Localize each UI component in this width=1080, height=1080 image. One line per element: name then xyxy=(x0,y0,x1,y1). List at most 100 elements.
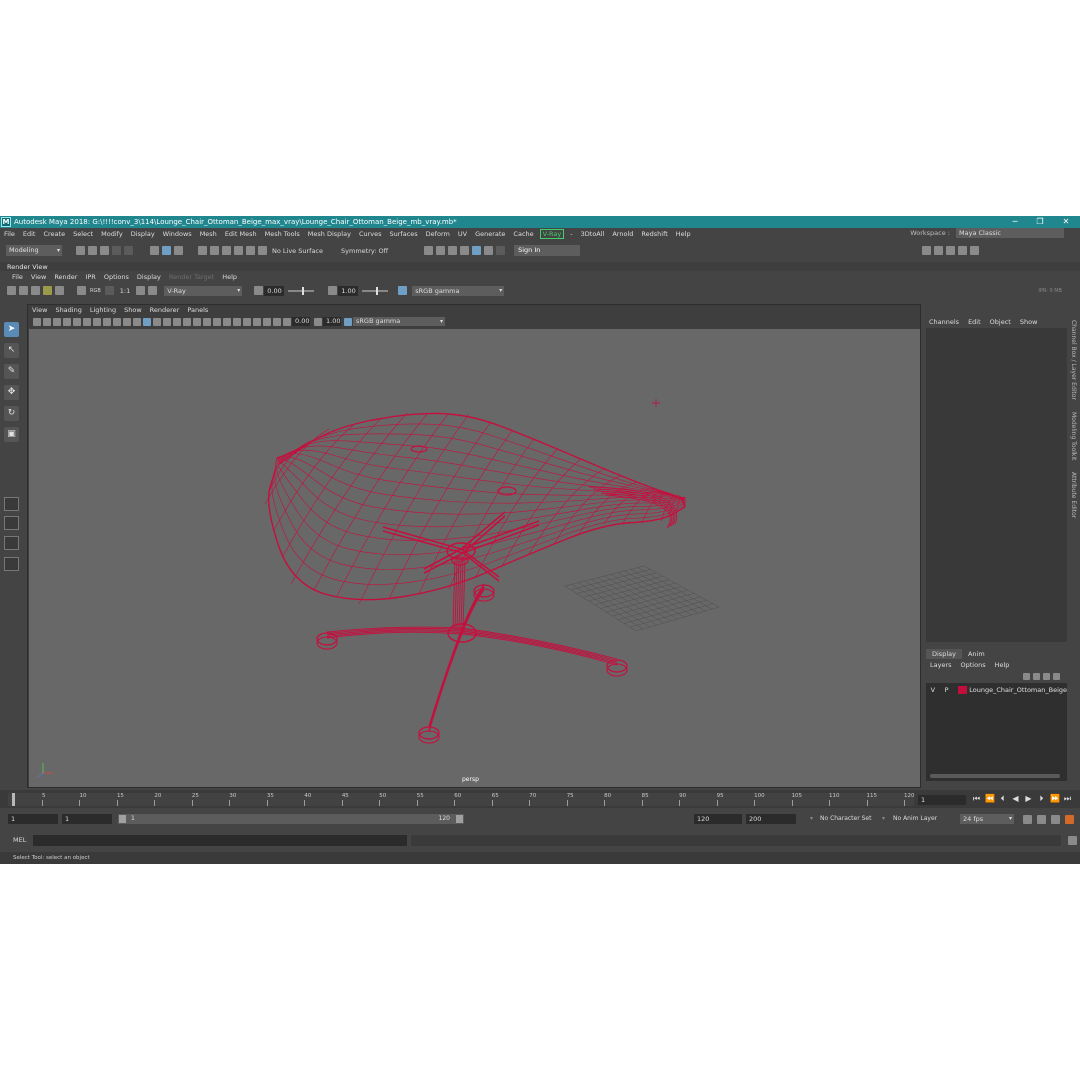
select-object-icon[interactable] xyxy=(161,246,171,255)
rv-menu-file[interactable]: File xyxy=(8,273,27,281)
ratio-label[interactable]: 1:1 xyxy=(120,287,130,295)
tab-anim[interactable]: Anim xyxy=(962,649,991,659)
vp-colorspace-dropdown[interactable]: sRGB gamma xyxy=(353,317,445,326)
sign-in-button[interactable]: Sign In xyxy=(514,245,581,256)
range-bar[interactable]: 1 120 xyxy=(118,814,464,824)
vp-menu-show[interactable]: Show xyxy=(120,306,146,314)
playback-toggle[interactable]: P xyxy=(940,686,954,694)
exposure-icon[interactable] xyxy=(253,286,263,295)
menu-vray[interactable]: V-Ray xyxy=(539,228,565,239)
outliner-icon[interactable] xyxy=(4,557,19,571)
ambient-occlusion-icon[interactable] xyxy=(203,317,211,326)
loop-icon[interactable] xyxy=(1022,815,1032,824)
script-editor-icon[interactable] xyxy=(1067,836,1077,845)
symmetry-field[interactable]: Symmetry: Off xyxy=(341,247,388,255)
anti-aliasing-icon[interactable] xyxy=(223,317,231,326)
range-handle-right[interactable] xyxy=(456,815,463,823)
3d-viewport[interactable]: persp xyxy=(29,329,920,787)
gamma-field[interactable]: 1.00 xyxy=(338,285,359,296)
layer-scrollbar[interactable] xyxy=(930,774,1060,778)
textured-icon[interactable] xyxy=(173,317,181,326)
anim-layer-icon[interactable]: ▾ xyxy=(882,815,885,822)
exposure-icon-vp[interactable] xyxy=(283,317,291,326)
scene-end-field[interactable]: 200 xyxy=(746,814,796,824)
safe-action-icon[interactable] xyxy=(123,317,131,326)
display-channels-icon[interactable] xyxy=(76,286,86,295)
snap-surface-icon[interactable] xyxy=(245,246,255,255)
vp-menu-lighting[interactable]: Lighting xyxy=(86,306,120,314)
auto-key-icon[interactable] xyxy=(1064,815,1074,824)
cb-tab-edit[interactable]: Edit xyxy=(968,318,990,326)
playback-end-field[interactable]: 120 xyxy=(694,814,742,824)
snap-grid-icon[interactable] xyxy=(197,246,207,255)
save-scene-icon[interactable] xyxy=(99,246,109,255)
single-perspective-icon[interactable] xyxy=(4,497,19,511)
cb-tab-show[interactable]: Show xyxy=(1020,318,1047,326)
rv-menu-display[interactable]: Display xyxy=(133,273,165,281)
move-tool-icon[interactable]: ✥ xyxy=(4,385,19,400)
vp-view-transform-icon[interactable] xyxy=(344,317,352,326)
audio-icon[interactable] xyxy=(1036,815,1046,824)
command-input[interactable] xyxy=(33,835,407,846)
xray-components-icon[interactable] xyxy=(273,317,281,326)
rotate-tool-icon[interactable]: ↻ xyxy=(4,406,19,421)
vp-menu-view[interactable]: View xyxy=(28,306,51,314)
menu-3dtoall[interactable]: 3DtoAll xyxy=(577,230,609,238)
resolution-gate-icon[interactable] xyxy=(93,317,101,326)
help-menu[interactable]: Help xyxy=(995,661,1019,669)
layout-channel-icon[interactable] xyxy=(945,246,955,255)
rv-menu-options[interactable]: Options xyxy=(100,273,133,281)
move-layer-up-icon[interactable] xyxy=(1022,673,1030,680)
motion-blur-icon[interactable] xyxy=(213,317,221,326)
menu-cache[interactable]: Cache xyxy=(509,230,537,238)
menu-select[interactable]: Select xyxy=(69,230,97,238)
menu-curves[interactable]: Curves xyxy=(355,230,386,238)
layers-menu[interactable]: Layers xyxy=(930,661,961,669)
isolate-select-icon[interactable] xyxy=(243,317,251,326)
vp-menu-panels[interactable]: Panels xyxy=(183,306,212,314)
layout-toolkit-icon[interactable] xyxy=(969,246,979,255)
render-current-icon[interactable] xyxy=(435,246,445,255)
gamma-icon[interactable] xyxy=(327,286,337,295)
lock-camera-icon[interactable] xyxy=(43,317,51,326)
bookmark-icon[interactable] xyxy=(53,317,61,326)
new-layer-icon[interactable] xyxy=(1042,673,1050,680)
current-time-marker[interactable] xyxy=(12,793,15,806)
field-chart-icon[interactable] xyxy=(113,317,121,326)
rv-menu-render[interactable]: Render xyxy=(50,273,81,281)
xray-joints-icon[interactable] xyxy=(263,317,271,326)
step-back-frame-icon[interactable]: ⏴ xyxy=(998,794,1007,804)
rv-menu-view[interactable]: View xyxy=(27,273,50,281)
mel-label[interactable]: MEL xyxy=(13,836,26,844)
remove-image-icon[interactable] xyxy=(147,286,157,295)
menu-deform[interactable]: Deform xyxy=(422,230,454,238)
character-set-field[interactable]: No Character Set xyxy=(820,815,871,822)
depth-of-field-icon[interactable] xyxy=(233,317,241,326)
new-layer-selected-icon[interactable] xyxy=(1052,673,1060,680)
lasso-tool-icon[interactable]: ↖ xyxy=(4,343,19,358)
scene-start-field[interactable]: 1 xyxy=(8,814,58,824)
side-tab-attribute-editor[interactable]: Attribute Editor xyxy=(1070,472,1077,518)
smooth-shade-icon[interactable] xyxy=(153,317,161,326)
undo-icon[interactable] xyxy=(111,246,121,255)
menu-mesh-display[interactable]: Mesh Display xyxy=(304,230,355,238)
current-frame-field[interactable]: 1 xyxy=(918,795,966,805)
visibility-toggle[interactable]: V xyxy=(926,686,940,694)
step-back-key-icon[interactable]: ⏪ xyxy=(985,794,995,804)
menu-file[interactable]: File xyxy=(0,230,19,238)
image-plane-icon[interactable] xyxy=(63,317,71,326)
workspace-dropdown[interactable]: Maya Classic xyxy=(956,228,1064,238)
menu-mesh-tools[interactable]: Mesh Tools xyxy=(261,230,304,238)
menu-edit-mesh[interactable]: Edit Mesh xyxy=(221,230,261,238)
rgb-label[interactable]: RGB xyxy=(90,288,101,294)
rv-menu-help[interactable]: Help xyxy=(218,273,241,281)
maximize-button[interactable]: ❐ xyxy=(1028,216,1052,228)
keep-image-icon[interactable] xyxy=(135,286,145,295)
step-forward-key-icon[interactable]: ⏩ xyxy=(1050,794,1060,804)
select-component-icon[interactable] xyxy=(173,246,183,255)
renderer-dropdown[interactable]: V-Ray xyxy=(164,285,243,296)
anim-prefs-icon[interactable] xyxy=(1050,815,1060,824)
shadows-icon[interactable] xyxy=(193,317,201,326)
menu-modify[interactable]: Modify xyxy=(97,230,127,238)
snap-point-icon[interactable] xyxy=(221,246,231,255)
